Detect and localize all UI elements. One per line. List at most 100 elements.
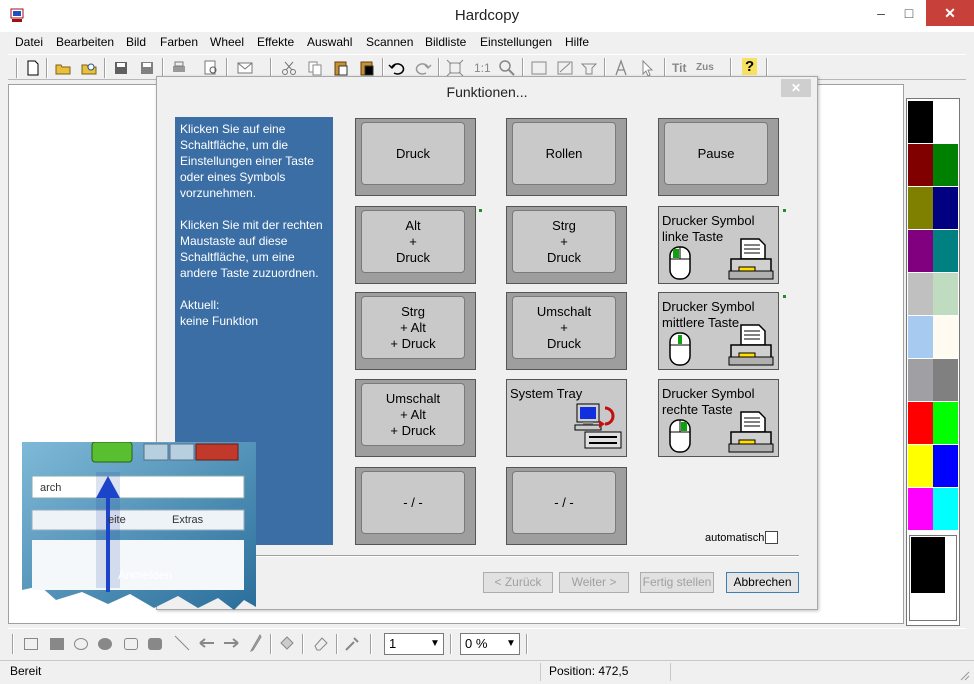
line-tool-icon[interactable] <box>174 635 190 651</box>
open-folder-icon[interactable] <box>54 59 72 77</box>
key-printer-icon-middle[interactable]: Drucker Symbol mittlere Taste <box>658 292 779 370</box>
key-printer-icon-right[interactable]: Drucker Symbol rechte Taste <box>658 379 779 457</box>
paste-new-icon[interactable] <box>358 59 376 77</box>
printer-icon <box>728 411 774 453</box>
pen-tool-icon[interactable] <box>248 634 264 652</box>
browse-icon[interactable] <box>80 59 98 77</box>
finish-button[interactable]: Fertig stellen <box>640 572 714 593</box>
copy-icon[interactable] <box>306 59 324 77</box>
menu-bearbeiten[interactable]: Bearbeiten <box>56 35 114 49</box>
key-strg-druck[interactable]: Strg + Druck <box>506 206 627 284</box>
cut-icon[interactable] <box>280 59 298 77</box>
dialog-close-button[interactable]: ✕ <box>781 79 811 97</box>
palette-swatch[interactable] <box>933 230 958 272</box>
key-rollen[interactable]: Rollen <box>506 118 627 196</box>
palette-swatch[interactable] <box>908 144 933 186</box>
title-button[interactable]: Tit <box>672 61 686 75</box>
menu-einstellungen[interactable]: Einstellungen <box>480 35 552 49</box>
key-umschalt-druck[interactable]: Umschalt + Druck <box>506 292 627 370</box>
eraser-tool-icon[interactable] <box>312 634 330 652</box>
filled-ellipse-tool-icon[interactable] <box>98 638 112 650</box>
menu-scannen[interactable]: Scannen <box>366 35 413 49</box>
arrow-right-tool-icon[interactable] <box>222 635 240 651</box>
toolbar-separator <box>522 58 524 78</box>
help-button[interactable]: ? <box>742 58 758 75</box>
print-icon[interactable] <box>170 59 188 77</box>
print-preview-icon[interactable] <box>202 59 220 77</box>
key-printer-icon-left[interactable]: Drucker Symbol linke Taste <box>658 206 779 284</box>
palette-swatch[interactable] <box>933 316 958 358</box>
palette-swatch[interactable] <box>908 359 933 401</box>
one-to-one-button[interactable]: 1:1 <box>474 61 491 75</box>
color-picker-icon[interactable] <box>344 634 362 652</box>
menu-datei[interactable]: Datei <box>15 35 43 49</box>
crop-icon[interactable] <box>556 59 574 77</box>
palette-swatch[interactable] <box>908 445 933 487</box>
cancel-button[interactable]: Abbrechen <box>726 572 799 593</box>
key-system-tray[interactable]: System Tray <box>506 379 627 457</box>
menu-hilfe[interactable]: Hilfe <box>565 35 589 49</box>
palette-swatch[interactable] <box>908 488 933 530</box>
menu-bild[interactable]: Bild <box>126 35 146 49</box>
palette-swatch[interactable] <box>933 359 958 401</box>
palette-swatch[interactable] <box>908 402 933 444</box>
palette-swatch[interactable] <box>908 101 933 143</box>
zoom-icon[interactable] <box>498 59 516 77</box>
transparency-select[interactable]: 0 % ▼ <box>460 633 520 655</box>
palette-swatch[interactable] <box>933 273 958 315</box>
palette-swatch[interactable] <box>933 402 958 444</box>
preview-page-text: eite <box>108 514 126 526</box>
palette-swatch[interactable] <box>908 230 933 272</box>
palette-swatch[interactable] <box>908 187 933 229</box>
key-strg-alt-druck[interactable]: Strg + Alt + Druck <box>355 292 476 370</box>
ellipse-tool-icon[interactable] <box>74 638 88 650</box>
fit-window-icon[interactable] <box>446 59 464 77</box>
next-button[interactable]: Weiter > <box>559 572 629 593</box>
save-icon[interactable] <box>112 59 130 77</box>
palette-swatch[interactable] <box>908 273 933 315</box>
pointer-icon[interactable] <box>638 59 656 77</box>
menu-farben[interactable]: Farben <box>160 35 198 49</box>
filled-rounded-rect-tool-icon[interactable] <box>148 638 162 650</box>
undo-icon[interactable] <box>388 59 406 77</box>
redo-icon[interactable] <box>414 59 432 77</box>
palette-swatch[interactable] <box>908 316 933 358</box>
arrow-left-tool-icon[interactable] <box>198 635 216 651</box>
palette-swatch[interactable] <box>933 187 958 229</box>
key-empty-1[interactable]: - / - <box>355 467 476 545</box>
menu-wheel[interactable]: Wheel <box>210 35 244 49</box>
filled-rectangle-tool-icon[interactable] <box>50 638 64 650</box>
zus-button[interactable]: Zus <box>696 62 714 73</box>
key-alt-druck[interactable]: Alt + Druck <box>355 206 476 284</box>
close-button[interactable]: ✕ <box>926 0 974 26</box>
new-file-icon[interactable] <box>24 59 42 77</box>
key-druck[interactable]: Druck <box>355 118 476 196</box>
foreground-color[interactable] <box>911 537 945 593</box>
automatic-checkbox[interactable] <box>765 531 778 544</box>
line-width-select[interactable]: 1 ▼ <box>384 633 444 655</box>
key-empty-2[interactable]: - / - <box>506 467 627 545</box>
menu-bildliste[interactable]: Bildliste <box>425 35 466 49</box>
key-umschalt-alt-druck[interactable]: Umschalt + Alt + Druck <box>355 379 476 457</box>
mail-icon[interactable] <box>236 59 254 77</box>
current-color-indicator[interactable] <box>909 535 957 621</box>
palette-swatch[interactable] <box>933 445 958 487</box>
stamp-icon[interactable] <box>580 59 598 77</box>
save-as-icon[interactable] <box>138 59 156 77</box>
key-pause[interactable]: Pause <box>658 118 779 196</box>
palette-swatch[interactable] <box>933 101 958 143</box>
palette-swatch[interactable] <box>933 144 958 186</box>
maximize-button[interactable]: □ <box>892 0 926 26</box>
rectangle-tool-icon[interactable] <box>24 638 38 650</box>
back-button[interactable]: < Zurück <box>483 572 553 593</box>
select-rect-icon[interactable] <box>530 59 548 77</box>
text-tool-icon[interactable] <box>612 59 630 77</box>
rounded-rect-tool-icon[interactable] <box>124 638 138 650</box>
resize-grip-icon[interactable] <box>958 669 970 681</box>
menu-effekte[interactable]: Effekte <box>257 35 294 49</box>
paste-icon[interactable] <box>332 59 350 77</box>
palette-swatch[interactable] <box>933 488 958 530</box>
fill-tool-icon[interactable] <box>278 634 296 652</box>
menu-auswahl[interactable]: Auswahl <box>307 35 352 49</box>
mouse-right-icon <box>669 419 691 453</box>
